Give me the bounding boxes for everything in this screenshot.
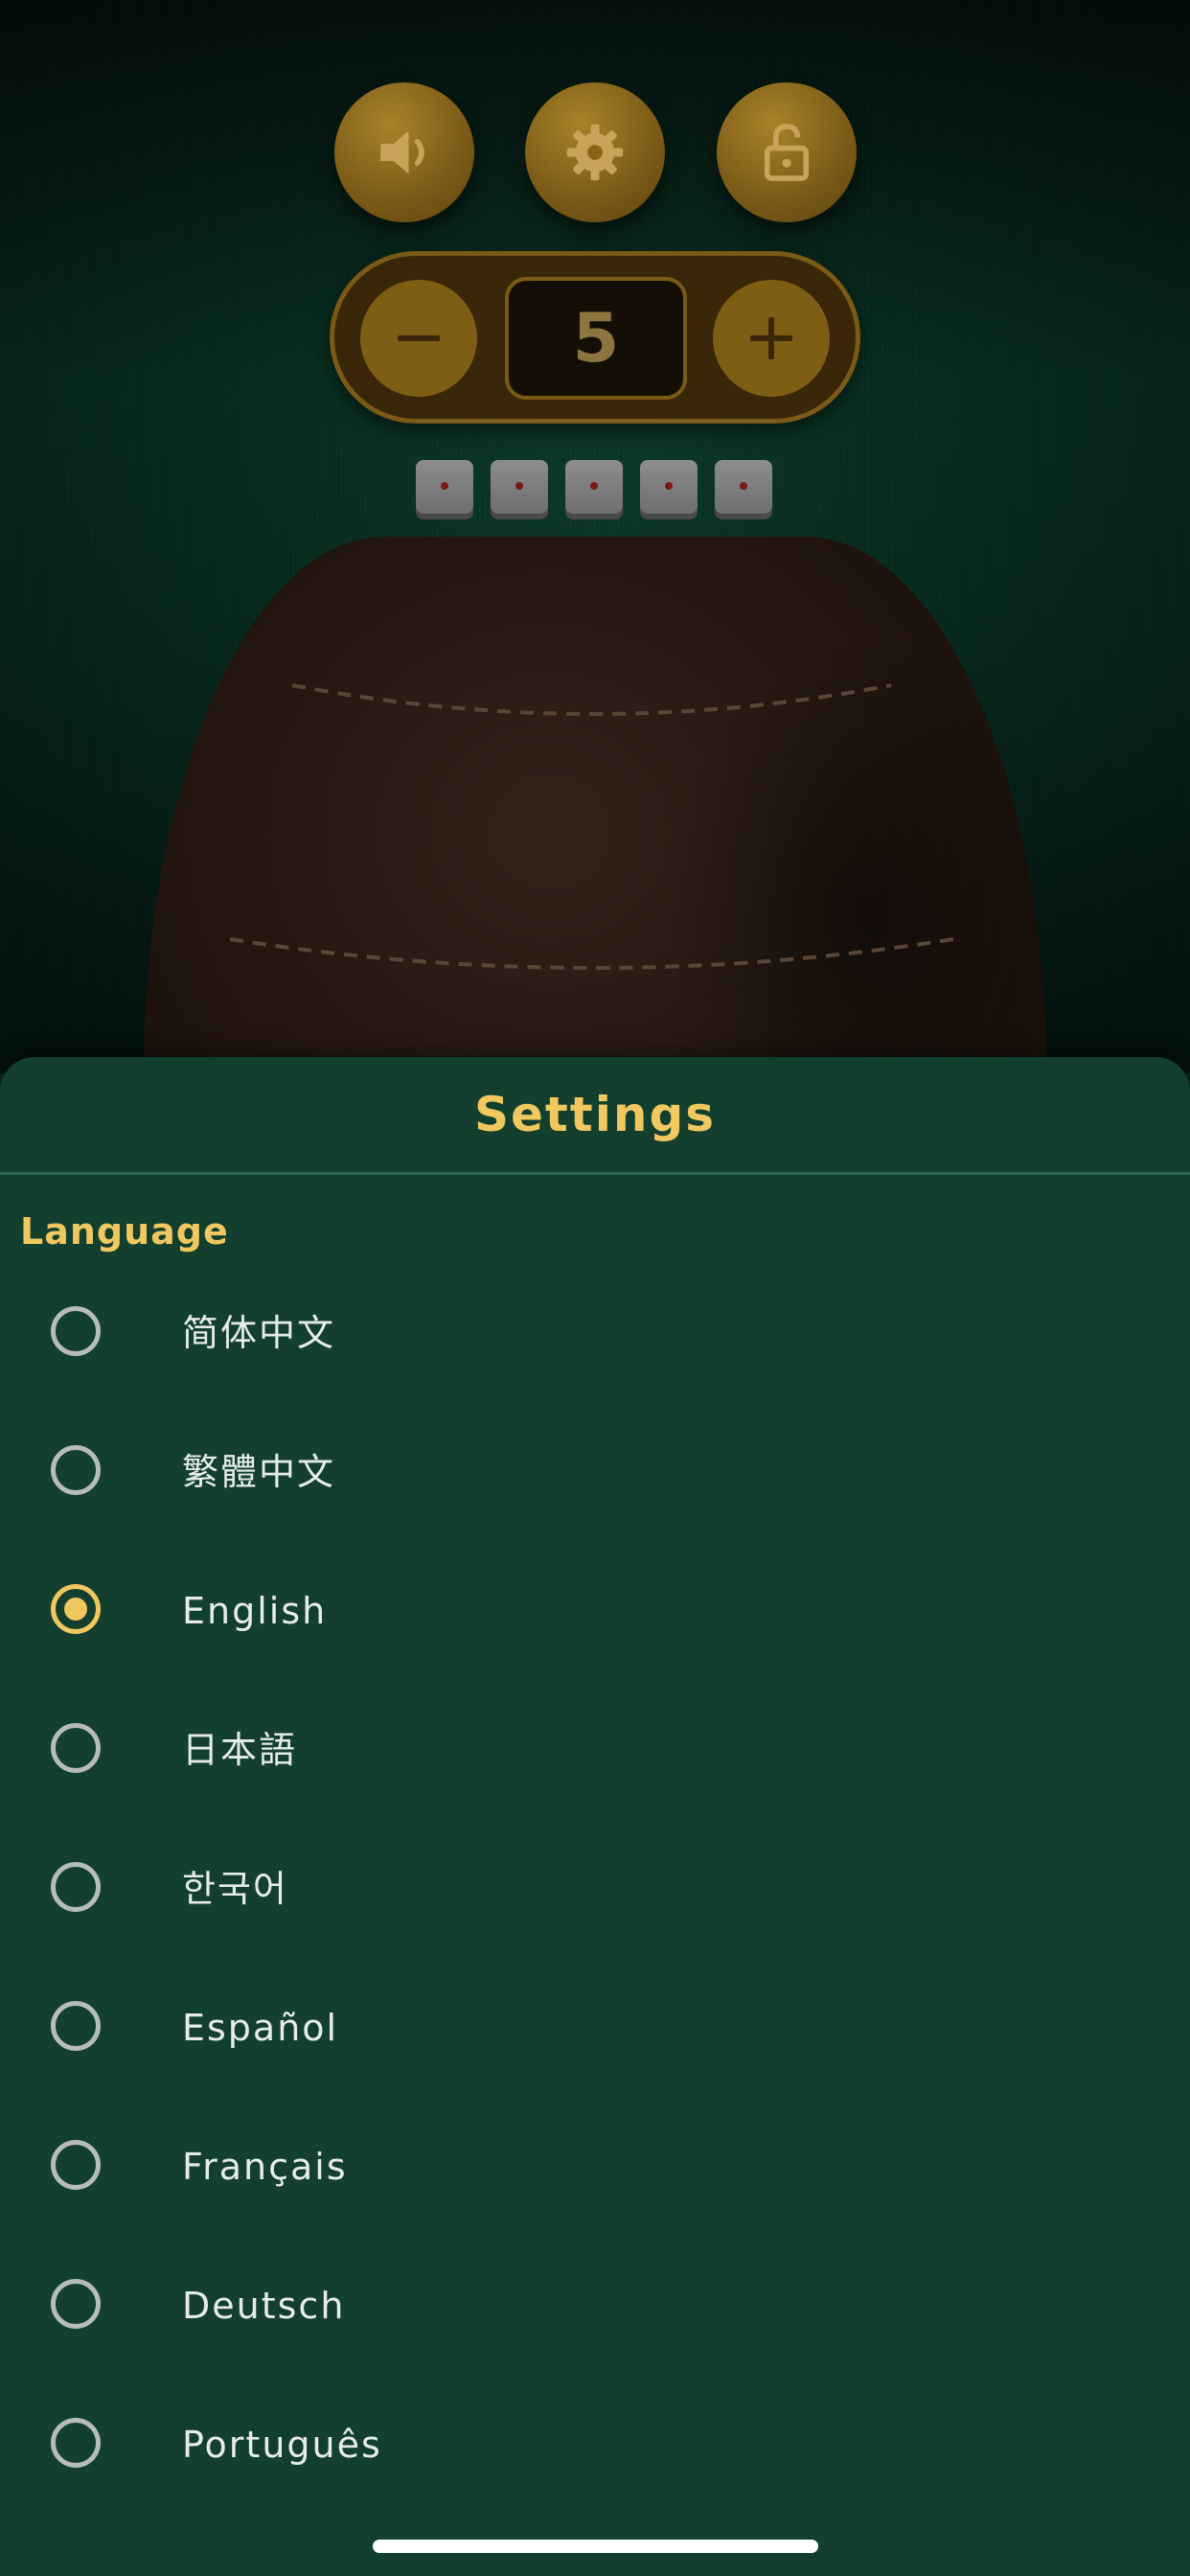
radio-button[interactable] — [51, 2279, 101, 2329]
language-label: English — [182, 1590, 328, 1632]
language-option-portuguese[interactable]: Português — [0, 2378, 1190, 2475]
language-label: 简体中文 — [182, 1312, 336, 1354]
radio-button[interactable] — [51, 2140, 101, 2190]
language-option-japanese[interactable]: 日本語 — [0, 1683, 1190, 1822]
language-label: 한국어 — [182, 1868, 288, 1910]
language-option-german[interactable]: Deutsch — [0, 2239, 1190, 2378]
language-option-korean[interactable]: 한국어 — [0, 1822, 1190, 1961]
language-option-french[interactable]: Français — [0, 2100, 1190, 2239]
language-option-zh-hant[interactable]: 繁體中文 — [0, 1405, 1190, 1544]
decrease-button[interactable] — [360, 280, 477, 397]
gear-icon — [566, 124, 624, 181]
language-option-zh-hans[interactable]: 简体中文 — [0, 1266, 1190, 1405]
die — [565, 460, 623, 514]
language-label: Português — [182, 2424, 382, 2466]
cup-stitching — [229, 683, 954, 970]
plus-icon — [750, 317, 792, 359]
language-option-english[interactable]: English — [0, 1544, 1190, 1683]
language-label: Español — [182, 2007, 339, 2049]
sound-button[interactable] — [334, 82, 474, 222]
radio-button[interactable] — [51, 2418, 101, 2468]
home-indicator[interactable] — [373, 2540, 818, 2553]
lock-button[interactable] — [717, 82, 857, 222]
radio-button-selected[interactable] — [51, 1584, 101, 1634]
radio-button[interactable] — [51, 2001, 101, 2051]
radio-button[interactable] — [51, 1862, 101, 1912]
language-label: 日本語 — [182, 1729, 298, 1771]
dice-count-stepper: 5 — [330, 251, 860, 424]
radio-button[interactable] — [51, 1445, 101, 1495]
language-option-spanish[interactable]: Español — [0, 1961, 1190, 2100]
dice-cup[interactable] — [144, 537, 1046, 1073]
radio-button[interactable] — [51, 1723, 101, 1773]
radio-button[interactable] — [51, 1306, 101, 1356]
settings-button[interactable] — [525, 82, 665, 222]
settings-sheet: Settings Language 简体中文 繁體中文 English 日本語 — [0, 1057, 1190, 2576]
language-label: Français — [182, 2146, 348, 2188]
language-label: 繁體中文 — [182, 1451, 336, 1493]
language-list: 简体中文 繁體中文 English 日本語 한국어 Español França… — [0, 1266, 1190, 2475]
die — [491, 460, 548, 514]
language-label: Deutsch — [182, 2285, 346, 2327]
unlock-icon — [764, 124, 810, 181]
increase-button[interactable] — [713, 280, 830, 397]
die — [715, 460, 772, 514]
minus-icon — [398, 335, 440, 341]
language-scroll[interactable]: 简体中文 繁體中文 English 日本語 한국어 Español França… — [0, 1057, 1190, 2475]
die — [640, 460, 698, 514]
speaker-icon — [380, 130, 424, 174]
die — [416, 460, 473, 514]
dice-count: 5 — [505, 277, 687, 400]
dice-row — [416, 460, 772, 514]
game-area: 5 — [0, 0, 1190, 1073]
